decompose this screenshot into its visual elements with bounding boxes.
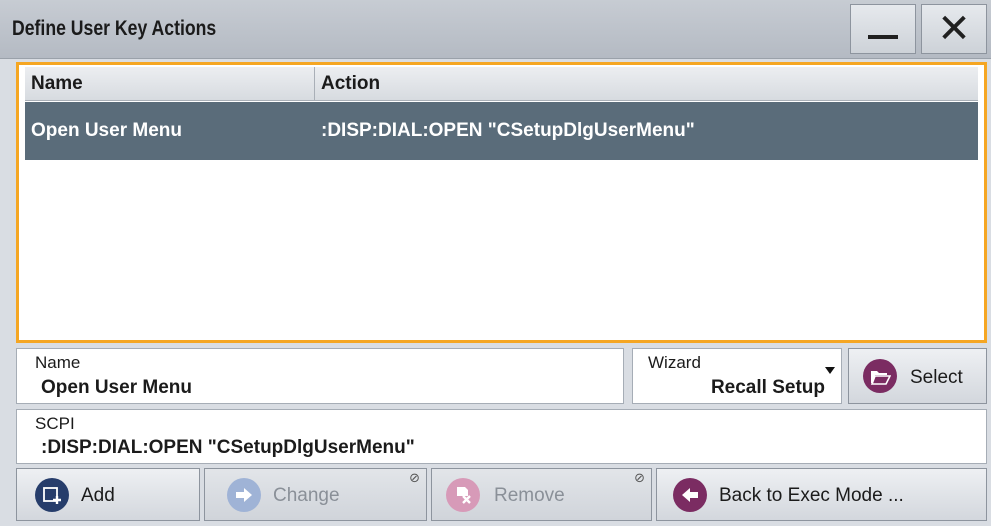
arrow-left-icon [673,478,707,512]
scpi-field[interactable]: SCPI :DISP:DIAL:OPEN "CSetupDlgUserMenu" [16,409,987,464]
title-bar: Define User Key Actions ✕ [0,0,991,59]
wizard-value: Recall Setup [710,377,825,398]
back-to-exec-mode-button[interactable]: Back to Exec Mode ... [656,468,987,521]
remove-icon [446,478,480,512]
close-button[interactable]: ✕ [921,4,987,54]
unavailable-icon: ⊘ [409,471,420,486]
column-header-action[interactable]: Action [315,67,978,100]
table-row[interactable]: Open User Menu :DISP:DIAL:OPEN "CSetupDl… [25,102,978,160]
change-button-label: Change [273,485,340,506]
arrow-right-icon [227,478,261,512]
scpi-field-value: :DISP:DIAL:OPEN "CSetupDlgUserMenu" [41,437,415,458]
remove-button-label: Remove [494,485,565,506]
user-key-actions-table[interactable]: Name Action Open User Menu :DISP:DIAL:OP… [16,62,987,343]
add-icon [35,478,69,512]
select-button[interactable]: Select [848,348,987,404]
name-field-value: Open User Menu [41,377,192,398]
row-action-cell: :DISP:DIAL:OPEN "CSetupDlgUserMenu" [321,120,695,141]
select-button-label: Select [910,367,963,388]
change-button[interactable]: Change ⊘ [204,468,427,521]
back-button-label: Back to Exec Mode ... [719,485,904,506]
folder-open-icon [863,359,897,393]
wizard-dropdown[interactable]: Wizard Recall Setup [632,348,842,404]
name-field-label: Name [35,353,81,372]
remove-button[interactable]: Remove ⊘ [431,468,652,521]
scpi-field-label: SCPI [35,414,75,433]
row-name-cell: Open User Menu [31,120,182,141]
close-icon: ✕ [937,6,971,52]
column-header-name[interactable]: Name [25,67,315,100]
dialog-title: Define User Key Actions [12,17,217,40]
add-button-label: Add [81,485,115,506]
table-header: Name Action [25,67,978,101]
name-field[interactable]: Name Open User Menu [16,348,624,404]
unavailable-icon: ⊘ [634,471,645,486]
minimize-icon [868,35,898,39]
add-button[interactable]: Add [16,468,200,521]
minimize-button[interactable] [850,4,916,54]
wizard-label: Wizard [648,353,701,372]
chevron-down-icon [825,367,835,374]
